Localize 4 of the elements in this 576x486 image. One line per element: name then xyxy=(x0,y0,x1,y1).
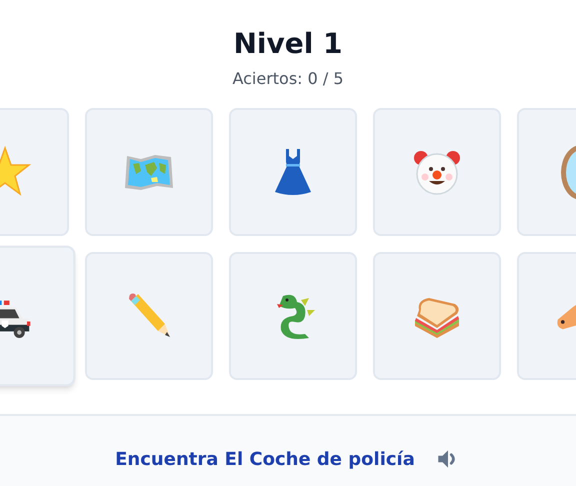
prompt-text: Encuentra El Coche de policía xyxy=(115,448,415,472)
emoji-card[interactable] xyxy=(229,108,357,236)
level-title: Nivel 1 xyxy=(233,26,343,62)
score-text: Aciertos: 0 / 5 xyxy=(232,68,344,90)
